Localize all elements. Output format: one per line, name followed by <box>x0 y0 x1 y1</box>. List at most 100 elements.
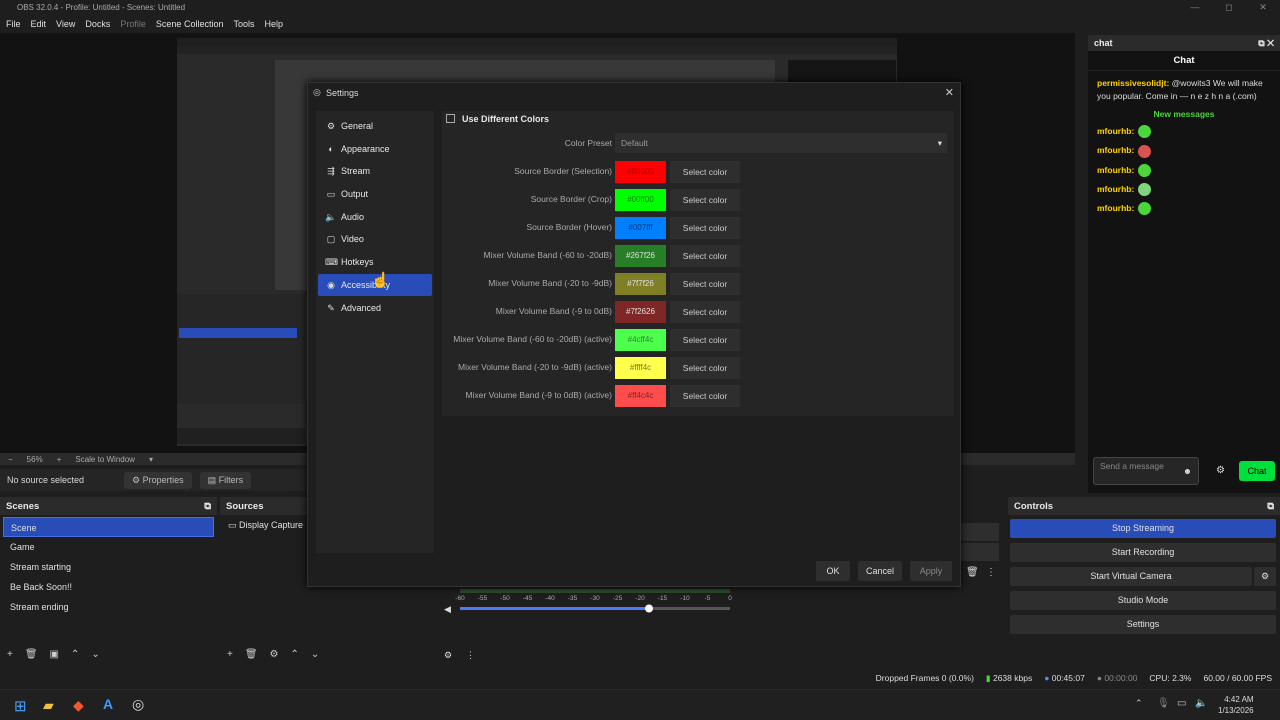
color-swatch[interactable]: #ff0000 <box>615 161 666 183</box>
chat-username[interactable]: mfourhb: <box>1097 126 1134 136</box>
obs-icon[interactable]: ◎ <box>132 696 144 713</box>
mixer-settings-icon[interactable]: ⚙ <box>444 650 452 660</box>
stop-streaming-button[interactable]: Stop Streaming <box>1010 519 1276 538</box>
gear-icon[interactable]: ⚙ <box>1216 465 1225 476</box>
nav-general[interactable]: ⚙ General <box>318 115 432 137</box>
select-color-button[interactable]: Select color <box>670 329 740 351</box>
network-icon[interactable]: ▭ <box>1177 698 1186 709</box>
transition-select[interactable] <box>961 523 999 541</box>
virtual-camera-settings-button[interactable]: ⚙ <box>1254 567 1276 586</box>
scene-item[interactable]: Be Back Soon!! <box>3 577 214 597</box>
use-different-colors-checkbox[interactable] <box>446 114 455 123</box>
color-swatch[interactable]: #ffff4c <box>615 357 666 379</box>
menu-view[interactable]: View <box>56 19 75 29</box>
add-icon[interactable]: + <box>7 649 13 660</box>
maximize-button[interactable]: ◻ <box>1212 0 1246 15</box>
select-color-button[interactable]: Select color <box>670 217 740 239</box>
app-a-icon[interactable]: A <box>103 696 113 712</box>
color-swatch[interactable]: #4cff4c <box>615 329 666 351</box>
nav-stream[interactable]: ⇶ Stream <box>318 160 432 182</box>
select-color-button[interactable]: Select color <box>670 301 740 323</box>
trash-icon[interactable]: 🗑 <box>966 567 979 578</box>
filters-button[interactable]: ▤ Filters <box>199 471 252 489</box>
settings-button[interactable]: Settings <box>1010 615 1276 634</box>
scene-item[interactable]: Stream starting <box>3 557 214 577</box>
select-color-button[interactable]: Select color <box>670 357 740 379</box>
gear-icon[interactable]: ⚙ <box>270 649 279 660</box>
apply-button[interactable]: Apply <box>910 561 952 581</box>
undock-icon[interactable]: ⧉ <box>1267 501 1274 512</box>
chat-username[interactable]: mfourhb: <box>1097 203 1134 213</box>
move-down-icon[interactable]: ⌄ <box>91 649 99 660</box>
zoom-in-icon[interactable]: + <box>57 455 62 464</box>
nav-output[interactable]: ▭ Output <box>318 183 432 205</box>
menu-help[interactable]: Help <box>264 19 283 29</box>
close-button[interactable]: ✕ <box>1246 0 1280 15</box>
menu-scene-collection[interactable]: Scene Collection <box>156 19 224 29</box>
windows-start-icon[interactable]: ⊞ <box>14 697 27 715</box>
menu-file[interactable]: File <box>6 19 21 29</box>
move-up-icon[interactable]: ⌃ <box>71 649 79 660</box>
brave-browser-icon[interactable]: ◆ <box>73 697 84 714</box>
clock[interactable]: 4:42 AM 1/13/2026 <box>1218 694 1254 716</box>
trash-icon[interactable]: 🗑 <box>245 649 258 660</box>
volume-icon[interactable]: 🔈 <box>1195 698 1207 709</box>
start-recording-button[interactable]: Start Recording <box>1010 543 1276 562</box>
color-swatch[interactable]: #007fff <box>615 217 666 239</box>
filter-icon[interactable]: ▣ <box>50 649 59 660</box>
color-swatch[interactable]: #7f2626 <box>615 301 666 323</box>
tray-chevron-icon[interactable]: ⌃ <box>1135 698 1143 709</box>
chat-username[interactable]: mfourhb: <box>1097 184 1134 194</box>
chat-send-button[interactable]: Chat <box>1239 461 1275 481</box>
emoji-icon[interactable]: ☻ <box>1183 466 1192 476</box>
nav-advanced[interactable]: ✎ Advanced <box>318 297 432 319</box>
move-up-icon[interactable]: ⌃ <box>291 649 299 660</box>
undock-icon[interactable]: ⧉ <box>204 501 211 512</box>
properties-button[interactable]: ⚙ Properties <box>124 471 192 489</box>
select-color-button[interactable]: Select color <box>670 385 740 407</box>
more-icon[interactable]: ⋮ <box>466 650 475 660</box>
color-swatch[interactable]: #267f26 <box>615 245 666 267</box>
nav-video[interactable]: ▢ Video <box>318 228 432 250</box>
nav-audio[interactable]: 🔈 Audio <box>318 206 432 228</box>
chevron-down-icon[interactable]: ▾ <box>149 455 153 464</box>
minimize-button[interactable]: — <box>1178 0 1212 15</box>
close-icon[interactable]: ✕ <box>945 86 954 99</box>
start-virtual-camera-button[interactable]: Start Virtual Camera <box>1010 567 1252 586</box>
zoom-out-icon[interactable]: − <box>8 455 13 464</box>
undock-icon[interactable]: ⧉ <box>1258 38 1264 48</box>
chat-input[interactable]: Send a message ☻ <box>1093 457 1199 485</box>
color-preset-select[interactable]: Default ▾ <box>615 133 947 153</box>
scene-item[interactable]: Stream ending <box>3 597 214 617</box>
add-icon[interactable]: + <box>227 649 233 660</box>
trash-icon[interactable]: 🗑 <box>25 649 38 660</box>
move-down-icon[interactable]: ⌄ <box>311 649 319 660</box>
scene-item[interactable]: Game <box>3 537 214 557</box>
speaker-icon[interactable]: ◀ <box>444 604 451 614</box>
duration-stepper[interactable] <box>961 543 999 561</box>
close-icon[interactable]: ✕ <box>1267 38 1274 48</box>
select-color-button[interactable]: Select color <box>670 245 740 267</box>
select-color-button[interactable]: Select color <box>670 189 740 211</box>
select-color-button[interactable]: Select color <box>670 161 740 183</box>
nav-hotkeys[interactable]: ⌨ Hotkeys <box>318 251 432 273</box>
nav-appearance[interactable]: ◐ Appearance <box>318 138 432 160</box>
chat-username[interactable]: permissivesolidjt: <box>1097 78 1169 88</box>
scale-select[interactable]: Scale to Window <box>75 455 135 464</box>
mic-icon[interactable]: 🎙 <box>1157 698 1170 709</box>
menu-tools[interactable]: Tools <box>233 19 254 29</box>
chat-username[interactable]: mfourhb: <box>1097 145 1134 155</box>
color-swatch[interactable]: #00ff00 <box>615 189 666 211</box>
chat-username[interactable]: mfourhb: <box>1097 165 1134 175</box>
more-icon[interactable]: ⋮ <box>986 567 996 578</box>
select-color-button[interactable]: Select color <box>670 273 740 295</box>
menu-docks[interactable]: Docks <box>85 19 110 29</box>
menu-edit[interactable]: Edit <box>31 19 47 29</box>
menu-profile[interactable]: Profile <box>120 19 146 29</box>
volume-slider-handle[interactable] <box>645 604 653 613</box>
scene-item[interactable]: Scene <box>3 517 214 537</box>
ok-button[interactable]: OK <box>816 561 850 581</box>
file-explorer-icon[interactable]: ▰ <box>43 697 54 714</box>
studio-mode-button[interactable]: Studio Mode <box>1010 591 1276 610</box>
color-swatch[interactable]: #7f7f26 <box>615 273 666 295</box>
